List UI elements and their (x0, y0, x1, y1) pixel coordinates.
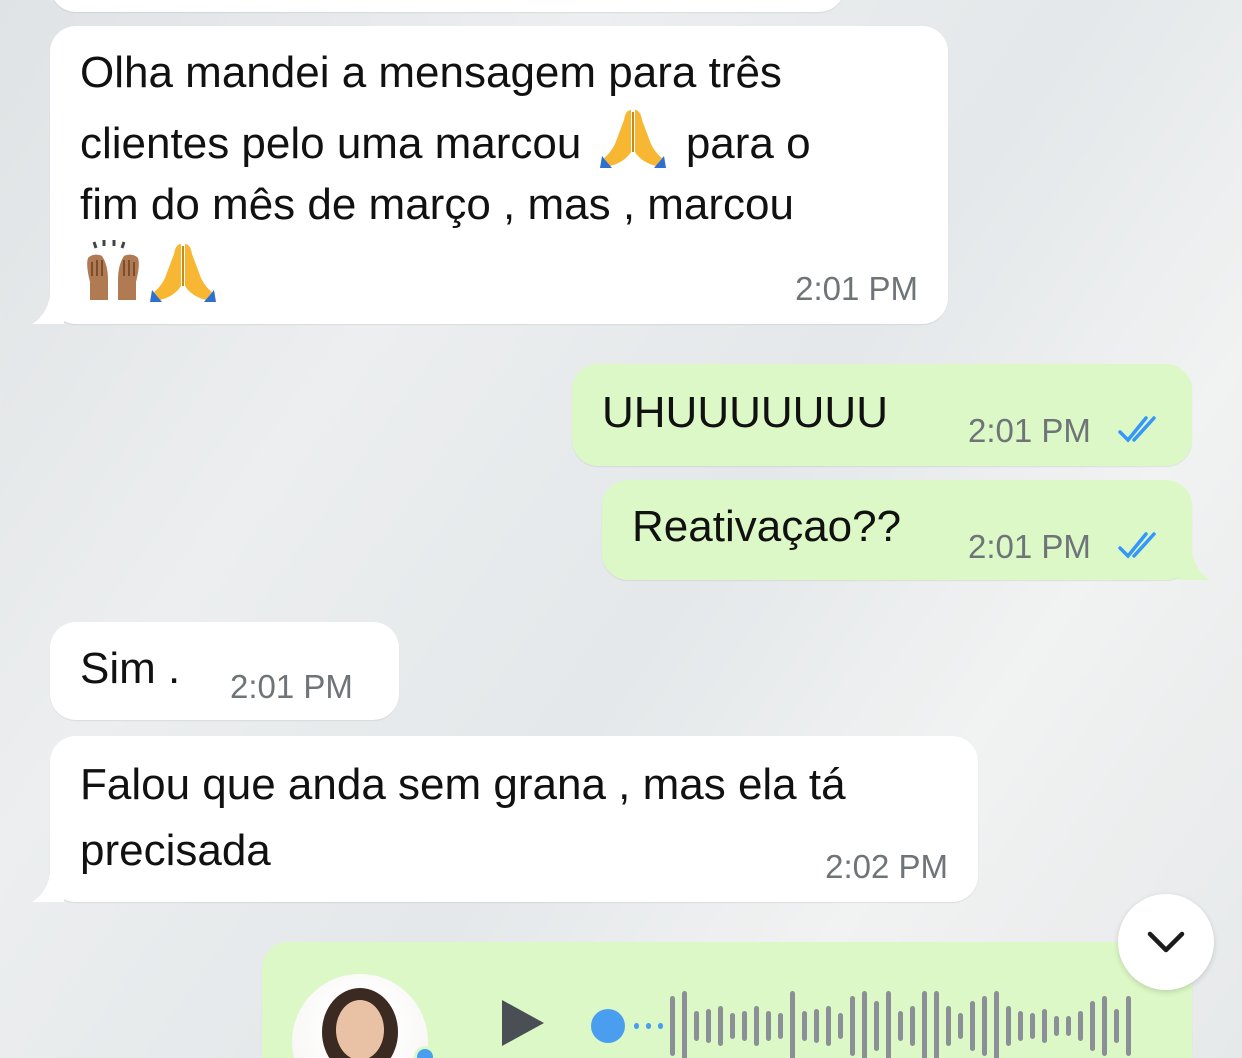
waveform-bar (958, 1013, 963, 1039)
waveform-bar (646, 1023, 651, 1029)
waveform-bar (982, 996, 987, 1056)
waveform-bar (994, 991, 999, 1058)
waveform-bar (682, 991, 687, 1058)
waveform-bar (814, 1009, 819, 1043)
message-text: Sim . (80, 644, 181, 693)
message-text-segment: para o (685, 119, 811, 169)
waveform-bar (1018, 1011, 1023, 1041)
message-text: Reativaçao?? (632, 502, 902, 551)
waveform-bar (934, 991, 939, 1058)
message-time: 2:01 PM (795, 270, 918, 307)
waveform-bar (1126, 996, 1131, 1056)
waveform-bar (718, 1006, 723, 1046)
emoji-row (80, 240, 217, 307)
message-bubble-incoming[interactable]: Falou que anda sem grana , mas ela tá pr… (50, 736, 978, 902)
waveform-bar (1006, 1006, 1011, 1046)
message-bubble-outgoing[interactable]: Reativaçao?? 2:01 PM (602, 480, 1192, 580)
waveform-bar (898, 1011, 903, 1041)
waveform-bar (874, 1001, 879, 1051)
message-text-line: fim do mês de março , mas , marcou (80, 180, 794, 229)
raising-hands-emoji-icon (80, 240, 146, 307)
waveform-bar (658, 1023, 663, 1029)
waveform-bar (1114, 1009, 1119, 1043)
bubble-tail (32, 296, 64, 324)
message-text: UHUUUUUUU (602, 388, 888, 437)
waveform-bar (694, 1011, 699, 1041)
scroll-to-bottom-button[interactable] (1118, 894, 1214, 990)
playback-position-indicator[interactable] (591, 1009, 625, 1043)
waveform-bar (838, 1013, 843, 1039)
read-receipt-icon (1118, 416, 1156, 443)
message-time: 2:01 PM (968, 528, 1091, 565)
waveform-bar (862, 991, 867, 1058)
message-text-line: Olha mandei a mensagem para três (80, 48, 782, 97)
waveform-bar (910, 1006, 915, 1046)
waveform-bar (1042, 1009, 1047, 1043)
play-icon[interactable] (498, 998, 548, 1048)
message-bubble-incoming[interactable]: Sim . 2:01 PM (50, 622, 399, 720)
waveform-bar (1090, 1001, 1095, 1051)
waveform-bar (802, 1011, 807, 1041)
waveform-bar (1054, 1016, 1059, 1036)
waveform-bar (754, 1006, 759, 1046)
message-bubble-outgoing[interactable]: UHUUUUUUU 2:01 PM (572, 364, 1192, 466)
waveform-bar (1066, 1016, 1071, 1036)
message-text-line: precisada (80, 826, 271, 875)
waveform-bar (1030, 1013, 1035, 1039)
folded-hands-emoji-icon (150, 240, 217, 307)
chevron-down-icon (1147, 931, 1185, 953)
waveform-bar (970, 1001, 975, 1051)
waveform-bar (946, 1006, 951, 1046)
message-text-segment: clientes pelo uma marcou (80, 119, 582, 169)
read-receipt-icon (1118, 532, 1156, 559)
waveform-bar (766, 1011, 771, 1041)
waveform-bar (742, 1011, 747, 1041)
waveform-bar (790, 991, 795, 1058)
waveform-bar (670, 996, 675, 1056)
message-time: 2:01 PM (968, 412, 1091, 449)
waveform-bar (1078, 1011, 1083, 1041)
waveform-bar (826, 1006, 831, 1046)
message-time: 2:01 PM (230, 668, 353, 705)
waveform-bar (886, 991, 891, 1058)
waveform-bar (634, 1023, 639, 1029)
waveform-bar (850, 996, 855, 1056)
waveform-bar (922, 991, 927, 1058)
message-text-line: Falou que anda sem grana , mas ela tá (80, 760, 846, 809)
message-bubble-incoming[interactable]: Olha mandei a mensagem para três cliente… (50, 26, 948, 324)
waveform[interactable] (588, 988, 1148, 1058)
bubble-tail (32, 874, 64, 902)
message-time: 2:02 PM (825, 848, 948, 885)
previous-message-bubble[interactable] (50, 0, 845, 12)
waveform-bar (778, 1013, 783, 1039)
bubble-tail (1178, 552, 1210, 580)
waveform-bar (1102, 996, 1107, 1056)
waveform-bar (706, 1009, 711, 1043)
waveform-bar (730, 1013, 735, 1039)
